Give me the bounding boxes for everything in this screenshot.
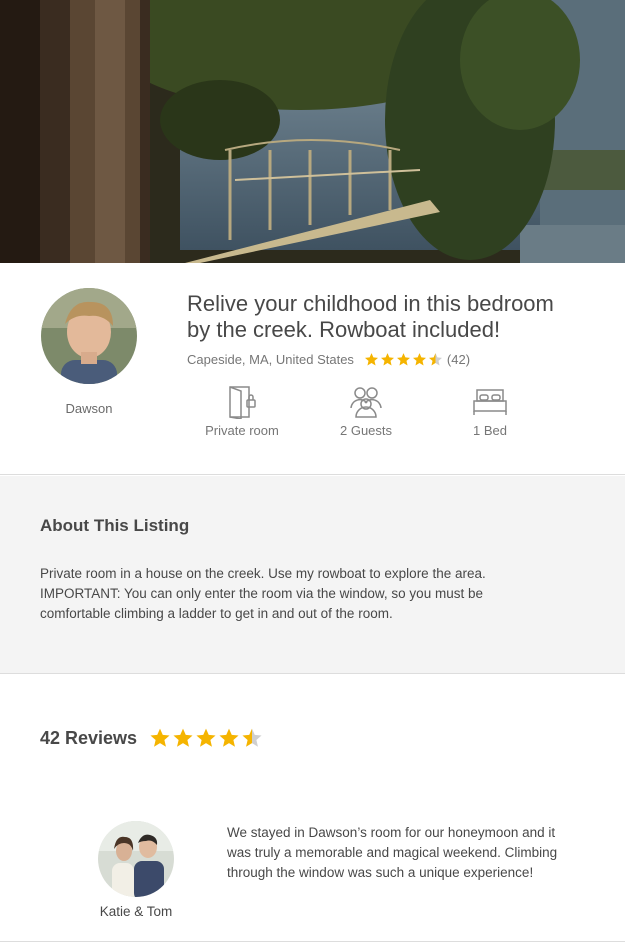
reviews-heading[interactable]: 42 Reviews: [40, 728, 137, 749]
star-icon: [196, 728, 216, 747]
listing-title-line: by the creek. Rowboat included!: [187, 317, 501, 342]
star-icon: [173, 728, 193, 747]
listing-title: Relive your childhood in this bedroom by…: [187, 291, 607, 343]
amenity-guests: 2 Guests: [311, 385, 421, 438]
door-icon: [229, 386, 256, 419]
review-line: through the window was such a unique exp…: [227, 865, 534, 880]
listing-summary: Dawson Relive your childhood in this bed…: [0, 263, 625, 475]
location-rating-row: Capeside, MA, United States (42): [187, 350, 470, 368]
about-line: comfortable climbing a ladder to get in …: [40, 606, 393, 621]
host-name[interactable]: Dawson: [40, 401, 138, 416]
about-section: About This Listing Private room in a hou…: [0, 476, 625, 674]
listing-review-count[interactable]: (42): [447, 352, 470, 367]
listing-hero-photo[interactable]: [0, 0, 625, 263]
amenity-bed: 1 Bed: [435, 385, 545, 438]
listing-star-rating: [364, 352, 444, 367]
reviews-header: 42 Reviews: [40, 727, 264, 749]
listing-location[interactable]: Capeside, MA, United States: [187, 352, 354, 367]
reviewer-avatar[interactable]: [98, 821, 174, 897]
bed-icon: [473, 389, 507, 415]
about-heading: About This Listing: [40, 516, 190, 535]
star-icon: [428, 352, 442, 365]
star-icon: [396, 352, 410, 365]
reviewer-name[interactable]: Katie & Tom: [86, 904, 186, 919]
amenity-private-room: Private room: [187, 385, 297, 438]
reviews-star-rating: [149, 727, 264, 749]
couple-photo-icon: [98, 821, 174, 897]
star-icon: [412, 352, 426, 365]
about-description: Private room in a house on the creek. Us…: [40, 564, 600, 624]
guests-icon: [350, 387, 382, 418]
reviews-section: 42 Reviews Katie & Tom We stayed in Daws…: [0, 675, 625, 947]
star-icon: [150, 728, 170, 747]
host-avatar[interactable]: [41, 288, 137, 384]
review-line: was truly a memorable and magical weeken…: [227, 845, 558, 860]
divider: [0, 941, 625, 942]
listing-title-line: Relive your childhood in this bedroom: [187, 291, 554, 316]
review-text: We stayed in Dawson’s room for our honey…: [227, 823, 607, 883]
host-portrait-icon: [41, 288, 137, 384]
star-icon: [380, 352, 394, 365]
about-line: Private room in a house on the creek. Us…: [40, 566, 486, 581]
star-icon: [219, 728, 239, 747]
about-line: IMPORTANT: You can only enter the room v…: [40, 586, 483, 601]
amenity-label: 2 Guests: [339, 423, 393, 438]
star-icon: [364, 352, 378, 365]
amenity-label: 1 Bed: [473, 423, 507, 438]
star-icon: [242, 728, 262, 747]
amenity-label: Private room: [205, 423, 279, 438]
review-line: We stayed in Dawson’s room for our honey…: [227, 825, 556, 840]
